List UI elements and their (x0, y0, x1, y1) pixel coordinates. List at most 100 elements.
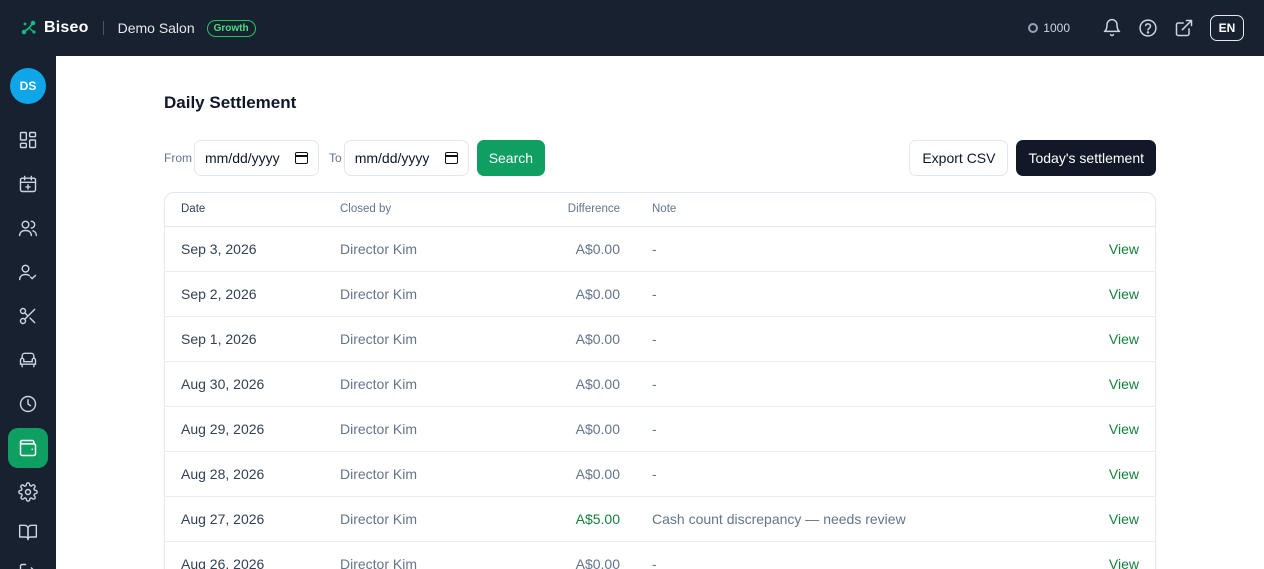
sidebar-item-guide[interactable] (8, 512, 48, 552)
wallet-icon (19, 439, 37, 457)
export-csv-button[interactable]: Export CSV (909, 140, 1009, 176)
cell-note: - (620, 226, 1075, 272)
book-icon (18, 524, 38, 541)
sidebar-item-logout[interactable] (8, 552, 48, 569)
credits-display[interactable]: 1000 (1028, 21, 1070, 35)
view-link[interactable]: View (1075, 406, 1155, 452)
to-date-placeholder: mm/dd/yyyy (354, 150, 430, 166)
cell-closed-by: Director Kim (340, 271, 510, 317)
table-row[interactable]: Sep 1, 2026 Director Kim A$0.00 - View (165, 316, 1155, 362)
header-divider (102, 21, 104, 35)
sidebar: DS (0, 56, 56, 569)
cell-note: - (620, 271, 1075, 317)
cell-difference: A$0.00 (510, 451, 620, 497)
brand-name: Biseo (44, 19, 89, 36)
cell-difference: A$5.00 (510, 496, 620, 542)
cell-date: Aug 27, 2026 (165, 496, 340, 542)
sidebar-item-settlement[interactable] (8, 428, 48, 468)
table-row[interactable]: Aug 29, 2026 Director Kim A$0.00 - View (165, 406, 1155, 452)
credits-value: 1000 (1043, 21, 1070, 35)
header-closed-by[interactable]: Closed by (340, 193, 510, 227)
external-link-icon[interactable] (1174, 18, 1194, 38)
cell-date: Aug 30, 2026 (165, 361, 340, 407)
brand-logo-icon (20, 19, 38, 37)
cell-date: Aug 26, 2026 (165, 541, 340, 569)
date-filters: From mm/dd/yyyy To mm/dd/yyyy Search (164, 140, 546, 176)
calendar-icon[interactable] (295, 152, 308, 164)
cell-difference: A$0.00 (510, 271, 620, 317)
main-content: Daily Settlement From mm/dd/yyyy To mm/d… (56, 56, 1264, 569)
cell-difference: A$0.00 (510, 316, 620, 362)
cell-closed-by: Director Kim (340, 496, 510, 542)
language-button[interactable]: EN (1210, 15, 1244, 41)
cell-date: Sep 3, 2026 (165, 226, 340, 272)
cell-difference: A$0.00 (510, 361, 620, 407)
table-row[interactable]: Sep 2, 2026 Director Kim A$0.00 - View (165, 271, 1155, 317)
page-actions: Export CSV Today's settlement (909, 140, 1156, 176)
table-row[interactable]: Aug 30, 2026 Director Kim A$0.00 - View (165, 361, 1155, 407)
settlement-table: Date Closed by Difference Note Sep 3, 20… (164, 192, 1156, 569)
cell-closed-by: Director Kim (340, 406, 510, 452)
users-icon (18, 220, 38, 237)
cell-note: - (620, 541, 1075, 569)
view-link[interactable]: View (1075, 361, 1155, 407)
cell-difference: A$0.00 (510, 541, 620, 569)
view-link[interactable]: View (1075, 541, 1155, 569)
from-date-input[interactable]: mm/dd/yyyy (194, 140, 319, 176)
cell-closed-by: Director Kim (340, 361, 510, 407)
cell-note: - (620, 451, 1075, 497)
bell-icon[interactable] (1102, 18, 1122, 38)
view-link[interactable]: View (1075, 316, 1155, 362)
sidebar-item-history[interactable] (8, 384, 48, 424)
view-link[interactable]: View (1075, 271, 1155, 317)
table-row[interactable]: Aug 28, 2026 Director Kim A$0.00 - View (165, 451, 1155, 497)
table-row[interactable]: Aug 27, 2026 Director Kim A$5.00 Cash co… (165, 496, 1155, 542)
header-difference[interactable]: Difference (510, 193, 620, 227)
calendar-icon[interactable] (444, 152, 458, 164)
header-note[interactable]: Note (620, 193, 1075, 227)
to-date-input[interactable]: mm/dd/yyyy (343, 140, 469, 176)
dashboard-icon (19, 131, 37, 149)
sidebar-item-rooms[interactable] (8, 340, 48, 380)
table-header-row: Date Closed by Difference Note (165, 193, 1155, 227)
view-link[interactable]: View (1075, 451, 1155, 497)
salon-name: Demo Salon (117, 20, 195, 36)
cell-closed-by: Director Kim (340, 541, 510, 569)
sidebar-item-dashboard[interactable] (8, 120, 48, 160)
page-title: Daily Settlement (164, 93, 297, 112)
from-label: From (164, 151, 192, 165)
header-date[interactable]: Date (165, 193, 340, 227)
search-button[interactable]: Search (476, 140, 546, 176)
user-check-icon (18, 264, 37, 281)
cell-note: - (620, 406, 1075, 452)
view-link[interactable]: View (1075, 226, 1155, 272)
avatar[interactable]: DS (10, 68, 46, 104)
sidebar-item-settings[interactable] (8, 472, 48, 512)
view-link[interactable]: View (1075, 496, 1155, 542)
cell-date: Aug 29, 2026 (165, 406, 340, 452)
help-icon[interactable] (1138, 18, 1158, 38)
table-row[interactable]: Sep 3, 2026 Director Kim A$0.00 - View (165, 226, 1155, 272)
top-bar: Biseo Demo Salon Growth 1000 EN (0, 0, 1264, 56)
clock-icon (19, 395, 37, 413)
brand[interactable]: Biseo (20, 19, 89, 37)
cell-closed-by: Director Kim (340, 451, 510, 497)
calendar-plus-icon (19, 175, 37, 193)
to-label: To (329, 151, 342, 165)
sidebar-item-customers[interactable] (8, 208, 48, 248)
sidebar-item-booking[interactable] (8, 164, 48, 204)
table-row[interactable]: Aug 26, 2026 Director Kim A$0.00 - View (165, 541, 1155, 569)
cell-closed-by: Director Kim (340, 316, 510, 362)
todays-settlement-button[interactable]: Today's settlement (1016, 140, 1156, 176)
header-action (1075, 193, 1155, 227)
sidebar-item-services[interactable] (8, 296, 48, 336)
cell-date: Aug 28, 2026 (165, 451, 340, 497)
cell-closed-by: Director Kim (340, 226, 510, 272)
scissors-icon (19, 307, 36, 325)
cell-note: - (620, 361, 1075, 407)
cell-difference: A$0.00 (510, 226, 620, 272)
sidebar-item-staff[interactable] (8, 252, 48, 292)
plan-badge: Growth (206, 19, 256, 37)
logout-icon (19, 563, 34, 569)
sofa-icon (19, 352, 37, 368)
